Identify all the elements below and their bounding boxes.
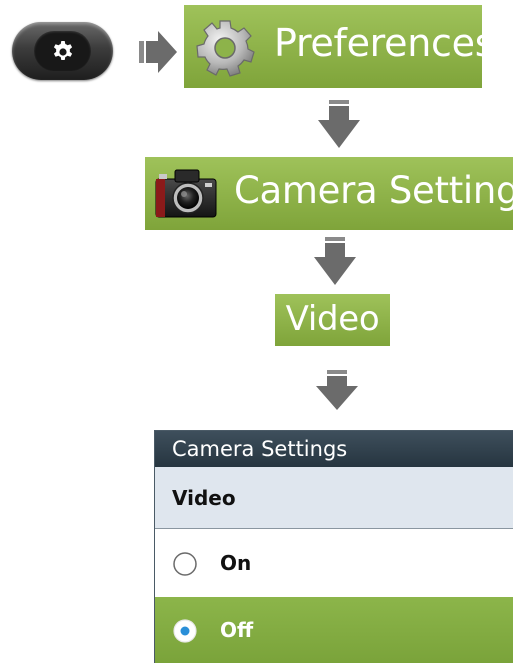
hard-key-face (34, 31, 91, 71)
option-on-label: On (220, 551, 252, 575)
gear-icon (196, 20, 255, 77)
radio-selected-icon[interactable] (172, 619, 198, 643)
down-arrow-icon (316, 370, 358, 410)
camera-settings-menu-item[interactable]: Camera Settings (145, 157, 513, 230)
gear-icon (53, 41, 73, 60)
radio-unselected-icon[interactable] (172, 552, 198, 576)
option-on[interactable]: On (155, 530, 513, 597)
video-label: Video (285, 299, 380, 339)
video-menu-item[interactable]: Video (275, 294, 390, 346)
camera-settings-label: Camera Settings (234, 169, 513, 212)
preferences-label: Preferences (274, 21, 495, 65)
camera-icon (155, 169, 217, 218)
screen-title: Camera Settings (155, 431, 513, 467)
screen-subheader: Video (155, 467, 513, 529)
down-arrow-icon (314, 237, 356, 285)
option-off-label: Off (220, 618, 254, 642)
preferences-menu-item[interactable]: Preferences (184, 5, 495, 88)
settings-hard-key[interactable] (12, 22, 113, 80)
option-off[interactable]: Off (155, 597, 513, 663)
right-arrow-icon (139, 31, 177, 73)
down-arrow-icon (318, 100, 360, 148)
camera-settings-screen: Camera Settings Video On Off (154, 430, 513, 663)
